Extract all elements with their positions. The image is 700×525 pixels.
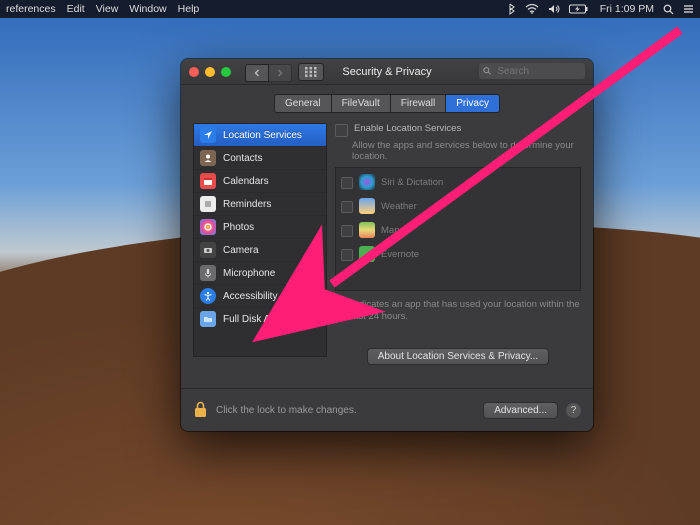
menubar-app-name[interactable]: references [6, 0, 56, 18]
bluetooth-icon[interactable] [508, 3, 516, 15]
maps-icon [359, 222, 375, 238]
menubar: references Edit View Window Help Fri 1:0… [0, 0, 700, 18]
forward-button[interactable] [269, 64, 292, 82]
mic-icon [200, 265, 216, 281]
lock-icon[interactable] [193, 400, 208, 421]
advanced-button[interactable]: Advanced... [483, 402, 558, 419]
app-checkbox[interactable] [341, 225, 353, 237]
siri-icon [359, 174, 375, 190]
search-icon [483, 66, 491, 76]
loc-icon [200, 127, 216, 143]
tabbar: GeneralFileVaultFirewallPrivacy [274, 94, 500, 113]
sidebar-item-label: Contacts [223, 153, 262, 164]
sidebar-item-location-services[interactable]: Location Services [194, 124, 326, 146]
location-subtitle: Allow the apps and services below to det… [352, 140, 581, 162]
ct-icon [200, 150, 216, 166]
menubar-item-edit[interactable]: Edit [67, 0, 85, 18]
app-checkbox[interactable] [341, 201, 353, 213]
sidebar-item-label: Location Services [223, 130, 302, 141]
tab-general[interactable]: General [275, 95, 331, 112]
enable-location-label: Enable Location Services [354, 123, 461, 134]
privacy-sidebar: Location Services Contacts Calendars Remind… [193, 123, 327, 357]
rem-icon [200, 196, 216, 212]
sidebar-item-photos[interactable]: Photos [194, 215, 326, 238]
app-label: Maps [381, 225, 404, 236]
titlebar: Security & Privacy [181, 59, 593, 85]
location-indicator-icon [335, 299, 345, 324]
ph-icon [200, 219, 216, 235]
sidebar-item-label: Camera [223, 245, 259, 256]
enable-location-checkbox[interactable] [335, 124, 348, 137]
acc-icon [200, 288, 216, 304]
location-app-list[interactable]: Siri & Dictation Weather Maps Evernote [335, 167, 581, 291]
sidebar-item-full-disk-access[interactable]: Full Disk Access [194, 307, 326, 330]
help-button[interactable]: ? [566, 403, 581, 418]
volume-icon[interactable] [548, 4, 560, 14]
weather-icon [359, 198, 375, 214]
close-button[interactable] [189, 67, 199, 77]
ev-icon [359, 246, 375, 262]
sidebar-item-reminders[interactable]: Reminders [194, 192, 326, 215]
menubar-item-view[interactable]: View [96, 0, 119, 18]
sidebar-item-accessibility[interactable]: Accessibility [194, 284, 326, 307]
lock-text: Click the lock to make changes. [216, 405, 357, 416]
sidebar-item-label: Photos [223, 222, 254, 233]
notification-center-icon[interactable] [683, 4, 694, 14]
app-checkbox[interactable] [341, 249, 353, 261]
app-row-weather[interactable]: Weather [336, 194, 580, 218]
battery-charging-icon[interactable] [569, 4, 591, 14]
about-location-button[interactable]: About Location Services & Privacy... [367, 348, 549, 365]
app-label: Evernote [381, 249, 419, 260]
sidebar-item-contacts[interactable]: Contacts [194, 146, 326, 169]
app-row-siri-dictation[interactable]: Siri & Dictation [336, 170, 580, 194]
zoom-button[interactable] [221, 67, 231, 77]
sidebar-item-label: Full Disk Access [223, 314, 296, 325]
wifi-icon[interactable] [525, 4, 539, 14]
sidebar-item-label: Accessibility [223, 291, 277, 302]
fda-icon [200, 311, 216, 327]
app-label: Siri & Dictation [381, 177, 443, 188]
show-all-button[interactable] [298, 63, 324, 81]
tab-firewall[interactable]: Firewall [390, 95, 445, 112]
sidebar-item-calendars[interactable]: Calendars [194, 169, 326, 192]
cam-icon [200, 242, 216, 258]
menubar-item-help[interactable]: Help [178, 0, 200, 18]
back-button[interactable] [245, 64, 269, 82]
cal-icon [200, 173, 216, 189]
security-privacy-window: Security & Privacy GeneralFileVaultFirew… [181, 59, 593, 431]
minimize-button[interactable] [205, 67, 215, 77]
menubar-clock[interactable]: Fri 1:09 PM [600, 0, 654, 18]
search-input[interactable] [495, 65, 581, 78]
window-footer: Click the lock to make changes. Advanced… [181, 388, 593, 431]
location-indicator-hint: Indicates an app that has used your loca… [351, 299, 581, 324]
app-label: Weather [381, 201, 417, 212]
search-field[interactable] [479, 63, 585, 79]
sidebar-item-camera[interactable]: Camera [194, 238, 326, 261]
app-row-maps[interactable]: Maps [336, 218, 580, 242]
sidebar-item-microphone[interactable]: Microphone [194, 261, 326, 284]
privacy-content: Enable Location Services Allow the apps … [335, 123, 581, 365]
sidebar-item-label: Reminders [223, 199, 271, 210]
tab-privacy[interactable]: Privacy [445, 95, 499, 112]
sidebar-item-label: Calendars [223, 176, 269, 187]
tab-filevault[interactable]: FileVault [331, 95, 390, 112]
spotlight-icon[interactable] [663, 4, 674, 15]
sidebar-item-label: Microphone [223, 268, 275, 279]
app-row-evernote[interactable]: Evernote [336, 242, 580, 266]
menubar-item-window[interactable]: Window [129, 0, 166, 18]
app-checkbox[interactable] [341, 177, 353, 189]
